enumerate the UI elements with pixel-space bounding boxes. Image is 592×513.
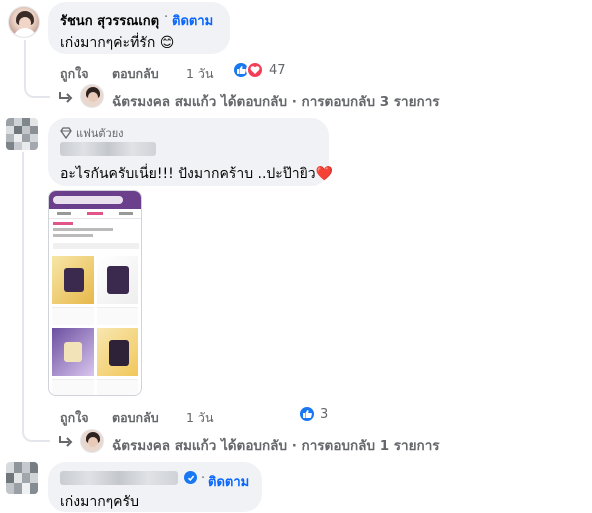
comment2-badge-label: แฟนตัวยง <box>76 127 124 140</box>
comment1-view-replies-link[interactable]: ฉัตรมงคล สมแก้ว ได้ตอบกลับ · การตอบกลับ … <box>112 90 440 112</box>
comment2-reaction-count: 3 <box>320 406 329 422</box>
comment1-timestamp[interactable]: 1 วัน <box>186 64 214 84</box>
comment2-view-replies-link[interactable]: ฉัตรมงคล สมแก้ว ได้ตอบกลับ · การตอบกลับ … <box>112 434 440 456</box>
comment2-text: อะไรกันครับเนี่ย!!! ปังมากคร้าบ ..ปะป๊าย… <box>60 163 333 185</box>
replier-avatar[interactable] <box>80 429 104 453</box>
comment1-author[interactable]: รัชนก สุวรรณเกตุ <box>60 10 159 31</box>
comment3-author-redacted[interactable] <box>60 471 178 485</box>
comment1-text-body: เก่งมากๆค่ะที่รัก <box>60 35 156 51</box>
comment1-reaction-count: 47 <box>269 62 286 78</box>
smile-emoji-icon: 😊 <box>159 35 175 51</box>
comment2-avatar[interactable] <box>6 118 38 150</box>
comment2-like-button[interactable]: ถูกใจ <box>60 408 89 428</box>
comment3-text: เก่งมากๆครับ <box>60 494 139 510</box>
diamond-badge-icon <box>60 127 72 139</box>
love-reaction-icon <box>246 61 264 79</box>
replier-avatar[interactable] <box>80 84 104 108</box>
comment1-text: เก่งมากๆค่ะที่รัก 😊 <box>60 32 174 54</box>
comment2-reactions[interactable]: 3 <box>298 405 328 423</box>
comment3-avatar[interactable] <box>6 462 38 494</box>
comment1-thread-line <box>24 40 50 98</box>
comment1-follow-dot: · <box>164 10 169 25</box>
comment1-reply-button[interactable]: ตอบกลับ <box>112 64 159 84</box>
comment1-follow-button[interactable]: ติดตาม <box>172 10 213 31</box>
comment2-badge: แฟนตัวยง <box>60 124 124 142</box>
verified-badge-icon <box>184 471 197 484</box>
comment2-timestamp[interactable]: 1 วัน <box>186 408 214 428</box>
comment2-text-body: อะไรกันครับเนี่ย!!! ปังมากคร้าบ ..ปะป๊าย… <box>60 166 316 182</box>
comment1-avatar[interactable] <box>8 6 40 38</box>
comment2-attached-image[interactable] <box>48 190 142 396</box>
comment2-thread-line <box>22 152 50 442</box>
comment1-reactions[interactable]: 47 <box>232 61 286 79</box>
comment2-reply-arrow-icon <box>58 434 74 453</box>
comment2-author-redacted[interactable] <box>60 142 156 156</box>
comment3-follow-dot: · <box>201 471 206 486</box>
comment1-reply-arrow-icon <box>58 90 74 109</box>
like-reaction-icon <box>298 405 316 423</box>
comment3-follow-button[interactable]: ติดตาม <box>208 471 249 492</box>
comment1-like-button[interactable]: ถูกใจ <box>60 64 89 84</box>
comment2-reply-button[interactable]: ตอบกลับ <box>112 408 159 428</box>
heart-emoji-icon: ❤️ <box>315 166 334 182</box>
